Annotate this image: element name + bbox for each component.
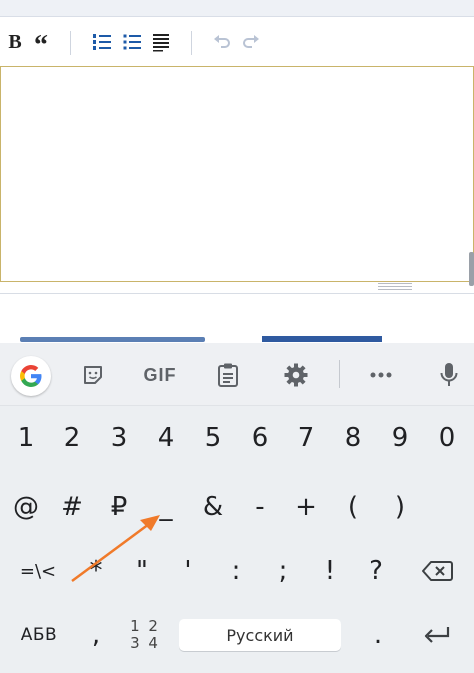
- bullet-list-button[interactable]: [117, 27, 147, 57]
- text-editor-area[interactable]: [0, 66, 474, 282]
- google-icon: [20, 365, 42, 387]
- key-minus[interactable]: -: [238, 484, 282, 530]
- more-icon: [370, 372, 392, 378]
- numbered-list-icon: [93, 34, 111, 50]
- key-alphabet-switch[interactable]: АБВ: [8, 612, 70, 658]
- scrollbar-thumb[interactable]: [469, 252, 474, 286]
- quote-label: “: [34, 30, 48, 61]
- space-key[interactable]: Русский: [179, 619, 341, 651]
- key-underscore[interactable]: _: [144, 484, 188, 530]
- voice-input-button[interactable]: [436, 358, 462, 392]
- page-header-strip: [0, 0, 474, 17]
- align-justify-icon: [153, 34, 169, 52]
- redo-button[interactable]: [236, 27, 266, 57]
- gear-icon: [284, 363, 308, 387]
- redo-icon: [243, 35, 259, 48]
- editor-resize-handle[interactable]: [378, 283, 412, 290]
- settings-button[interactable]: [282, 358, 310, 392]
- toolbar-divider: [70, 31, 71, 55]
- key-7[interactable]: 7: [284, 415, 328, 461]
- undo-icon: [214, 35, 230, 48]
- google-search-button[interactable]: [11, 356, 51, 396]
- key-3[interactable]: 3: [97, 415, 141, 461]
- key-double-quote[interactable]: ": [120, 548, 164, 594]
- clipboard-icon: [218, 363, 238, 387]
- key-0[interactable]: 0: [425, 415, 469, 461]
- clipboard-button[interactable]: [214, 358, 242, 392]
- key-exclamation[interactable]: !: [308, 548, 352, 594]
- gif-button[interactable]: GIF: [140, 358, 180, 392]
- obscured-content: [0, 336, 474, 342]
- align-button[interactable]: [146, 27, 176, 57]
- key-comma[interactable]: ,: [76, 612, 116, 658]
- editor-toolbar: B “: [0, 17, 474, 67]
- key-6[interactable]: 6: [238, 415, 282, 461]
- sticker-button[interactable]: [78, 358, 108, 392]
- undo-button[interactable]: [207, 27, 237, 57]
- key-2[interactable]: 2: [50, 415, 94, 461]
- key-ampersand[interactable]: &: [191, 484, 235, 530]
- divider: [0, 293, 474, 294]
- key-right-paren[interactable]: ): [378, 484, 422, 530]
- key-numpad-switch[interactable]: 1 2 3 4: [120, 612, 170, 658]
- sticker-icon: [84, 366, 102, 384]
- key-question[interactable]: ?: [354, 548, 398, 594]
- key-hash[interactable]: #: [50, 484, 94, 530]
- mic-icon: [440, 363, 458, 386]
- enter-key[interactable]: [414, 612, 460, 658]
- numpad-label-bottom: 3 4: [130, 634, 160, 652]
- more-button[interactable]: [366, 358, 396, 392]
- bullet-list-icon: [123, 34, 141, 50]
- key-single-quote[interactable]: ': [166, 548, 210, 594]
- key-plus[interactable]: +: [284, 484, 328, 530]
- key-left-paren[interactable]: (: [331, 484, 375, 530]
- suggestion-divider: [339, 360, 340, 388]
- key-asterisk[interactable]: *: [74, 548, 118, 594]
- bold-label: B: [8, 30, 22, 53]
- key-more-symbols[interactable]: =\<: [6, 548, 70, 594]
- key-at[interactable]: @: [4, 484, 48, 530]
- key-period[interactable]: .: [356, 612, 400, 658]
- key-8[interactable]: 8: [331, 415, 375, 461]
- toolbar-divider: [191, 31, 192, 55]
- key-colon[interactable]: :: [214, 548, 258, 594]
- key-1[interactable]: 1: [4, 415, 48, 461]
- backspace-icon: [422, 561, 453, 581]
- key-9[interactable]: 9: [378, 415, 422, 461]
- gif-label: GIF: [143, 364, 177, 385]
- key-5[interactable]: 5: [191, 415, 235, 461]
- quote-button[interactable]: “: [26, 27, 56, 61]
- backspace-key[interactable]: [412, 548, 462, 594]
- numpad-label-top: 1 2: [130, 617, 160, 635]
- numbered-list-button[interactable]: [87, 27, 117, 57]
- key-semicolon[interactable]: ;: [261, 548, 305, 594]
- key-4[interactable]: 4: [144, 415, 188, 461]
- key-ruble[interactable]: ₽: [97, 484, 141, 530]
- enter-icon: [424, 627, 450, 643]
